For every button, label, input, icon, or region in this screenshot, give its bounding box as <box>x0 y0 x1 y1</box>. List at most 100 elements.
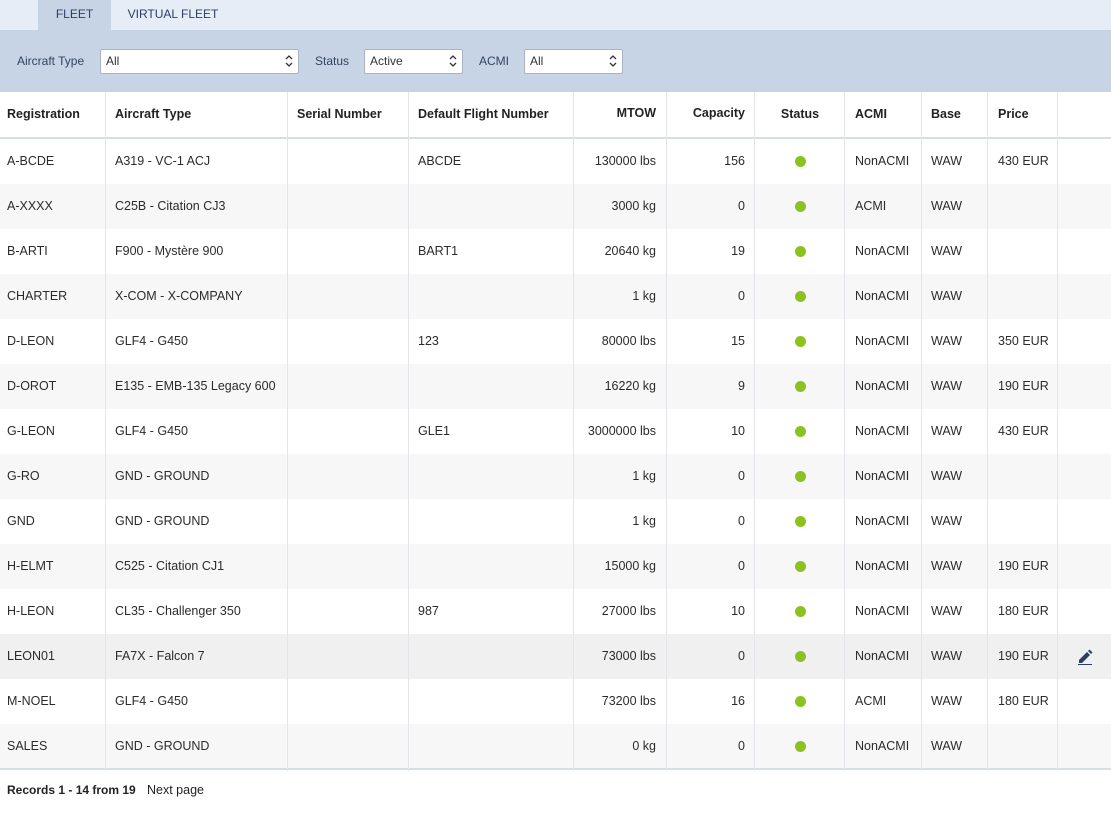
cell-acmi: NonACMI <box>855 469 910 483</box>
column-header-default-flight-number[interactable]: Default Flight Number <box>411 92 573 137</box>
cell-registration: H-ELMT <box>7 559 54 573</box>
column-divider <box>105 92 106 771</box>
cell-status <box>757 499 843 544</box>
cell-acmi: NonACMI <box>855 514 910 528</box>
cell-capacity: 0 <box>738 739 745 753</box>
tab-fleet[interactable]: FLEET <box>38 0 111 30</box>
cell-base: WAW <box>931 649 963 663</box>
cell-registration: M-NOEL <box>7 694 56 708</box>
aircraft-type-filter-label: Aircraft Type <box>17 54 85 68</box>
cell-price: 190 EUR <box>998 649 1049 663</box>
cell-default-flight-number <box>411 634 573 679</box>
cell-status <box>757 544 843 589</box>
cell-price: 430 EUR <box>998 154 1049 168</box>
cell-base: WAW <box>931 334 963 348</box>
cell-capacity: 156 <box>724 154 745 168</box>
cell-serial-number <box>290 229 408 274</box>
chevron-up-down-icon <box>285 55 293 67</box>
cell-status <box>757 274 843 319</box>
cell-base: WAW <box>931 514 963 528</box>
column-header-aircraft-type[interactable]: Aircraft Type <box>108 92 288 137</box>
cell-base: WAW <box>931 694 963 708</box>
acmi-select[interactable]: All <box>524 49 623 74</box>
cell-capacity: 0 <box>738 469 745 483</box>
cell-base: WAW <box>931 424 963 438</box>
column-header-price[interactable]: Price <box>991 92 1057 137</box>
table-row[interactable]: B-ARTI F900 - Mystère 900 BART1 20640 kg 19 N… <box>0 229 1111 274</box>
cell-registration: H-LEON <box>7 604 55 618</box>
table-row[interactable]: G-RO GND - GROUND 1 kg 0 NonACMI WAW <box>0 454 1111 499</box>
pencil-icon[interactable] <box>1077 649 1093 665</box>
column-header-capacity[interactable]: Capacity <box>668 92 752 137</box>
cell-aircraft-type: X-COM - X-COMPANY <box>115 289 243 303</box>
cell-mtow: 20640 kg <box>604 244 656 258</box>
table-row[interactable]: GND GND - GROUND 1 kg 0 NonACMI WAW <box>0 499 1111 544</box>
status-dot-icon <box>794 336 806 348</box>
cell-registration: A-BCDE <box>7 154 55 168</box>
cell-mtow: 3000000 lbs <box>587 424 656 438</box>
cell-default-flight-number: 987 <box>418 604 439 618</box>
cell-price <box>991 499 1057 544</box>
cell-price <box>991 724 1057 769</box>
cell-mtow: 16220 kg <box>604 379 656 393</box>
cell-mtow: 130000 lbs <box>594 154 656 168</box>
table-row[interactable]: H-LEON CL35 - Challenger 350 987 27000 lbs 1… <box>0 589 1111 634</box>
cell-aircraft-type: CL35 - Challenger 350 <box>115 604 241 618</box>
column-header-acmi[interactable]: ACMI <box>848 92 922 137</box>
cell-base: WAW <box>931 604 963 618</box>
cell-price <box>991 184 1057 229</box>
table-row[interactable]: A-XXXX C25B - Citation CJ3 3000 kg 0 ACMI WAW <box>0 184 1111 229</box>
table-row[interactable]: D-LEON GLF4 - G450 123 80000 lbs 15 NonACMI WA… <box>0 319 1111 364</box>
cell-base: WAW <box>931 469 963 483</box>
table-row[interactable]: D-OROT E135 - EMB-135 Legacy 600 16220 kg 9… <box>0 364 1111 409</box>
table-row[interactable]: H-ELMT C525 - Citation CJ1 15000 kg 0 NonACM… <box>0 544 1111 589</box>
cell-aircraft-type: GLF4 - G450 <box>115 694 188 708</box>
column-header-mtow[interactable]: MTOW <box>575 92 663 137</box>
cell-serial-number <box>290 364 408 409</box>
table-row[interactable]: M-NOEL GLF4 - G450 73200 lbs 16 ACMI WAW 180 E… <box>0 679 1111 724</box>
cell-default-flight-number <box>411 454 573 499</box>
tab-virtual-fleet[interactable]: VIRTUAL FLEET <box>114 0 232 30</box>
chevron-up-down-icon <box>609 55 617 67</box>
status-select[interactable]: Active <box>364 49 463 74</box>
cell-serial-number <box>290 274 408 319</box>
table-row[interactable]: A-BCDE A319 - VC-1 ACJ ABCDE 130000 lbs 156 N… <box>0 139 1111 184</box>
cell-status <box>757 409 843 454</box>
cell-aircraft-type: C525 - Citation CJ1 <box>115 559 225 573</box>
cell-acmi: NonACMI <box>855 604 910 618</box>
cell-mtow: 1 kg <box>632 469 656 483</box>
column-header-serial-number[interactable]: Serial Number <box>290 92 408 137</box>
cell-capacity: 15 <box>731 334 745 348</box>
cell-acmi: NonACMI <box>855 154 910 168</box>
aircraft-type-select[interactable]: All <box>100 49 299 74</box>
column-header-base[interactable]: Base <box>924 92 987 137</box>
cell-mtow: 3000 kg <box>611 199 656 213</box>
cell-base: WAW <box>931 559 963 573</box>
cell-mtow: 73200 lbs <box>601 694 656 708</box>
cell-registration: SALES <box>7 739 48 753</box>
column-divider <box>666 92 667 771</box>
cell-serial-number <box>290 724 408 769</box>
table-row[interactable]: SALES GND - GROUND 0 kg 0 NonACMI WAW <box>0 724 1111 770</box>
cell-serial-number <box>290 454 408 499</box>
next-page-link[interactable]: Next page <box>147 783 204 797</box>
status-dot-icon <box>794 651 806 663</box>
table-row[interactable]: G-LEON GLF4 - G450 GLE1 3000000 lbs 10 NonACM… <box>0 409 1111 454</box>
status-dot-icon <box>794 291 806 303</box>
cell-base: WAW <box>931 154 963 168</box>
cell-mtow: 15000 kg <box>604 559 656 573</box>
cell-capacity: 10 <box>731 604 745 618</box>
column-header-registration[interactable]: Registration <box>0 92 105 137</box>
cell-default-flight-number <box>411 274 573 319</box>
cell-serial-number <box>290 139 408 184</box>
column-header-status[interactable]: Status <box>757 92 843 137</box>
cell-capacity: 19 <box>731 244 745 258</box>
table-row[interactable]: CHARTER X-COM - X-COMPANY 1 kg 0 NonACMI WAW <box>0 274 1111 319</box>
status-dot-icon <box>794 471 806 483</box>
table-row[interactable]: LEON01 FA7X - Falcon 7 73000 lbs 0 NonACMI WA… <box>0 634 1111 679</box>
status-dot-icon <box>794 741 806 753</box>
cell-status <box>757 229 843 274</box>
cell-serial-number <box>290 634 408 679</box>
cell-aircraft-type: F900 - Mystère 900 <box>115 244 224 258</box>
cell-default-flight-number: ABCDE <box>418 154 462 168</box>
